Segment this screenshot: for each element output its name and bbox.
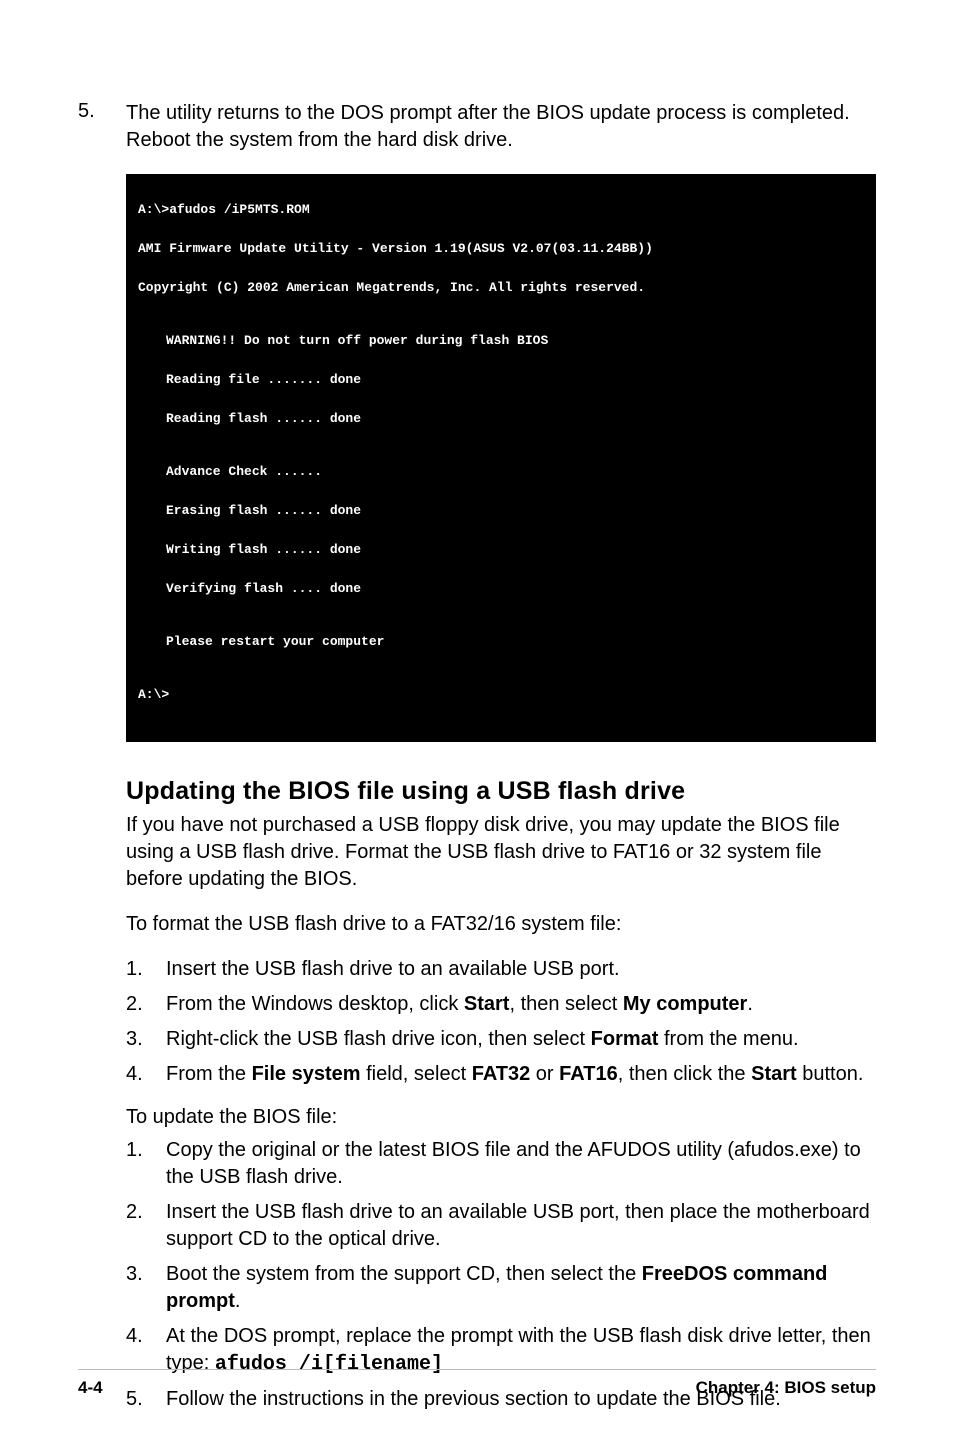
list-item: 3. Boot the system from the support CD, …: [126, 1261, 876, 1315]
format-steps-list: 1. Insert the USB flash drive to an avai…: [126, 956, 876, 1088]
page-number: 4-4: [78, 1378, 103, 1398]
list-text: Insert the USB flash drive to an availab…: [166, 956, 876, 983]
list-item: 4. From the File system field, select FA…: [126, 1061, 876, 1088]
terminal-line: Erasing flash ...... done: [166, 501, 864, 521]
terminal-line: Writing flash ...... done: [166, 540, 864, 560]
paragraph: To format the USB flash drive to a FAT32…: [126, 911, 876, 938]
list-text: Copy the original or the latest BIOS fil…: [166, 1137, 876, 1191]
terminal-line: WARNING!! Do not turn off power during f…: [166, 331, 864, 351]
list-number: 2.: [126, 1199, 166, 1253]
list-item: 2. From the Windows desktop, click Start…: [126, 991, 876, 1018]
list-number: 3.: [126, 1261, 166, 1315]
list-number: 1.: [126, 1137, 166, 1191]
intro-step: 5. The utility returns to the DOS prompt…: [78, 100, 876, 154]
section-heading: Updating the BIOS file using a USB flash…: [126, 777, 876, 806]
terminal-line: AMI Firmware Update Utility - Version 1.…: [138, 239, 864, 259]
list-number: 3.: [126, 1026, 166, 1053]
list-text: From the File system field, select FAT32…: [166, 1061, 876, 1088]
list-item: 1. Copy the original or the latest BIOS …: [126, 1137, 876, 1191]
terminal-line: Verifying flash .... done: [166, 579, 864, 599]
terminal-line: Reading flash ...... done: [166, 409, 864, 429]
paragraph: To update the BIOS file:: [126, 1104, 876, 1131]
terminal-output: A:\>afudos /iP5MTS.ROM AMI Firmware Upda…: [126, 174, 876, 742]
list-item: 1. Insert the USB flash drive to an avai…: [126, 956, 876, 983]
terminal-prompt: A:\>: [138, 685, 864, 705]
list-text: Right-click the USB flash drive icon, th…: [166, 1026, 876, 1053]
terminal-line: A:\>afudos /iP5MTS.ROM: [138, 200, 864, 220]
terminal-line: Reading file ....... done: [166, 370, 864, 390]
terminal-line: Please restart your computer: [166, 632, 864, 652]
list-number: 1.: [126, 956, 166, 983]
list-number: 4.: [126, 1061, 166, 1088]
chapter-label: Chapter 4: BIOS setup: [696, 1378, 876, 1398]
list-text: From the Windows desktop, click Start, t…: [166, 991, 876, 1018]
list-item: 2. Insert the USB flash drive to an avai…: [126, 1199, 876, 1253]
intro-text: The utility returns to the DOS prompt af…: [126, 100, 876, 154]
list-text: Insert the USB flash drive to an availab…: [166, 1199, 876, 1253]
paragraph: If you have not purchased a USB floppy d…: [126, 812, 876, 893]
terminal-line: Advance Check ......: [166, 462, 864, 482]
intro-number: 5.: [78, 100, 126, 154]
list-item: 3. Right-click the USB flash drive icon,…: [126, 1026, 876, 1053]
terminal-line: Copyright (C) 2002 American Megatrends, …: [138, 278, 864, 298]
list-text: Boot the system from the support CD, the…: [166, 1261, 876, 1315]
page-footer: 4-4 Chapter 4: BIOS setup: [78, 1369, 876, 1398]
list-number: 2.: [126, 991, 166, 1018]
